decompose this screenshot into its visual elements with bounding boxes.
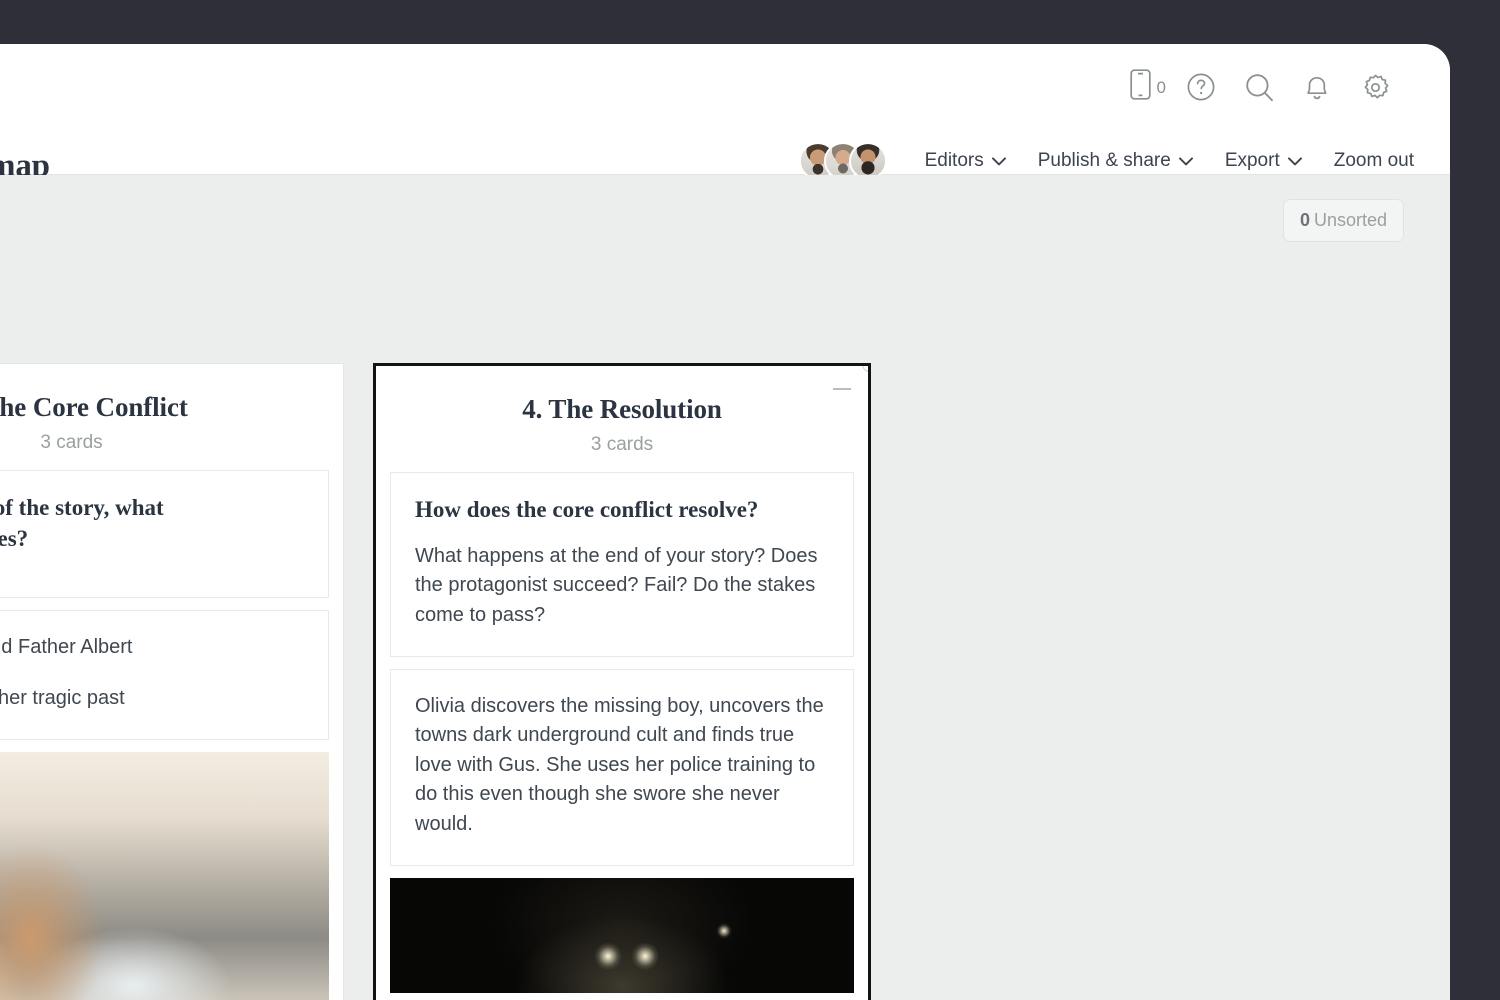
gear-icon[interactable] xyxy=(1346,62,1404,112)
story-card-image[interactable] xyxy=(0,752,329,1000)
editors-menu-label: Editors xyxy=(924,150,984,171)
column-header: 3. The Core Conflict 3 cards xyxy=(0,364,343,462)
editors-menu[interactable]: Editors xyxy=(909,144,1022,178)
header-icon-row: 0 xyxy=(1129,62,1404,112)
card-body: External: Olivia and Father Albert ntern… xyxy=(0,633,304,714)
column-header: 4. The Resolution 3 cards xyxy=(376,366,868,464)
story-card-image[interactable] xyxy=(390,877,854,993)
story-card[interactable]: External: Olivia and Father Albert ntern… xyxy=(0,609,329,741)
help-icon[interactable] xyxy=(1172,62,1230,112)
story-column-resolution[interactable]: 4. The Resolution 3 cards How does the c… xyxy=(373,363,871,1000)
card-body: What happens at the end of your story? D… xyxy=(415,544,818,626)
search-icon[interactable] xyxy=(1230,62,1288,112)
card-body: Olivia discovers the missing boy, uncove… xyxy=(415,694,824,835)
column-card-list: How does the core conflict resolve? What… xyxy=(376,464,868,1000)
card-body-line-2: nternal: Olivia vs. her tragic past xyxy=(0,687,125,710)
screen-root: 0 map Editors Publish & share Export Zoo… xyxy=(0,0,1500,1000)
zoom-out-label: Zoom out xyxy=(1333,150,1414,171)
mobile-icon xyxy=(1129,69,1151,105)
story-card[interactable]: Olivia discovers the missing boy, uncove… xyxy=(390,668,854,866)
card-body-line-1: External: Olivia and Father Albert xyxy=(0,635,133,658)
app-header: 0 map Editors Publish & share Export Zoo… xyxy=(0,44,1450,184)
publish-share-menu[interactable]: Publish & share xyxy=(1022,144,1209,178)
card-title: he core conflict of the story, what the … xyxy=(0,493,304,555)
export-menu[interactable]: Export xyxy=(1209,144,1318,178)
avatar-image xyxy=(850,144,885,178)
mobile-preview-count: 0 xyxy=(1156,77,1166,97)
column-card-count: 3 cards xyxy=(40,432,103,453)
story-card[interactable]: he core conflict of the story, what the … xyxy=(0,470,329,598)
chevron-down-icon xyxy=(991,150,1006,172)
zoom-out-button[interactable]: Zoom out xyxy=(1318,144,1430,178)
mobile-preview-button[interactable]: 0 xyxy=(1129,69,1166,105)
story-map-canvas[interactable]: 0Unsorted 3. The Core Conflict 3 cards h… xyxy=(0,175,1450,1000)
story-card[interactable]: How does the core conflict resolve? What… xyxy=(390,472,854,657)
chevron-down-icon xyxy=(1178,150,1193,172)
unsorted-count: 0 xyxy=(1299,210,1310,230)
unsorted-badge[interactable]: 0 Unsorted xyxy=(1282,199,1404,242)
publish-share-menu-label: Publish & share xyxy=(1037,150,1171,171)
bell-icon[interactable] xyxy=(1288,62,1346,112)
chevron-down-icon xyxy=(1287,150,1302,172)
dark-tunnel-headlights-photo xyxy=(390,877,854,993)
card-title-line-1: he core conflict of the story, what xyxy=(0,495,164,520)
card-title-line-2: the opposing sides? xyxy=(0,525,29,551)
column-title: 3. The Core Conflict xyxy=(0,392,188,422)
export-menu-label: Export xyxy=(1224,150,1280,171)
app-window: 0 map Editors Publish & share Export Zoo… xyxy=(0,44,1450,1000)
column-minimize-icon[interactable] xyxy=(833,388,851,390)
unsorted-label: Unsorted xyxy=(1313,210,1387,230)
story-column-core-conflict[interactable]: 3. The Core Conflict 3 cards he core con… xyxy=(0,363,344,1000)
column-title: 4. The Resolution xyxy=(522,394,722,424)
column-card-count: 3 cards xyxy=(590,434,654,455)
column-card-list: he core conflict of the story, what the … xyxy=(0,462,343,1000)
beach-mother-and-child-photo xyxy=(0,752,329,1000)
card-title: How does the core conflict resolve? xyxy=(415,497,759,522)
